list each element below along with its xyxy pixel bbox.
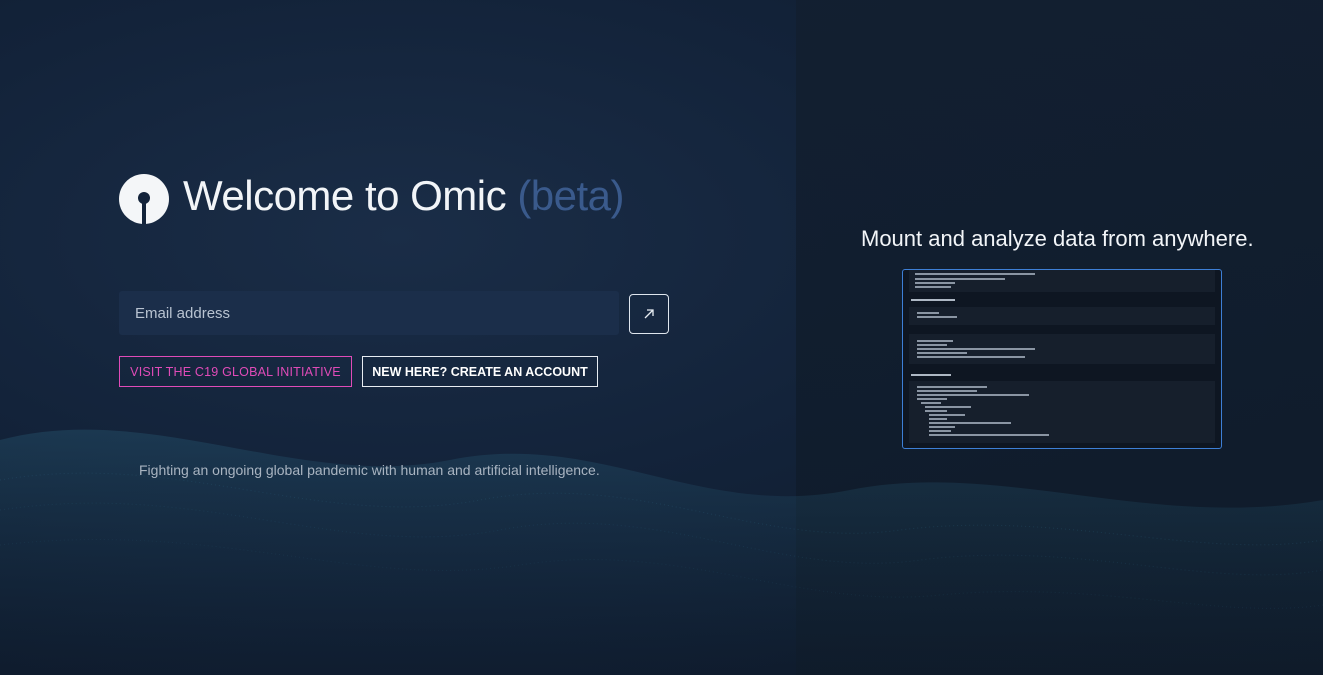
omic-logo-icon bbox=[119, 174, 169, 224]
arrow-up-right-icon bbox=[644, 309, 654, 319]
data-preview-screenshot bbox=[902, 269, 1222, 449]
beta-label: (beta) bbox=[517, 172, 625, 219]
title-text: Welcome to Omic bbox=[183, 172, 507, 219]
promo-headline: Mount and analyze data from anywhere. bbox=[861, 226, 1254, 251]
email-input[interactable] bbox=[119, 291, 619, 335]
submit-email-button[interactable] bbox=[629, 294, 669, 334]
tagline: Fighting an ongoing global pandemic with… bbox=[139, 462, 600, 478]
page-title: Welcome to Omic (beta) bbox=[183, 172, 625, 220]
c19-initiative-button[interactable]: VISIT THE C19 GLOBAL INITIATIVE bbox=[119, 356, 352, 387]
create-account-button[interactable]: NEW HERE? CREATE AN ACCOUNT bbox=[362, 356, 598, 387]
